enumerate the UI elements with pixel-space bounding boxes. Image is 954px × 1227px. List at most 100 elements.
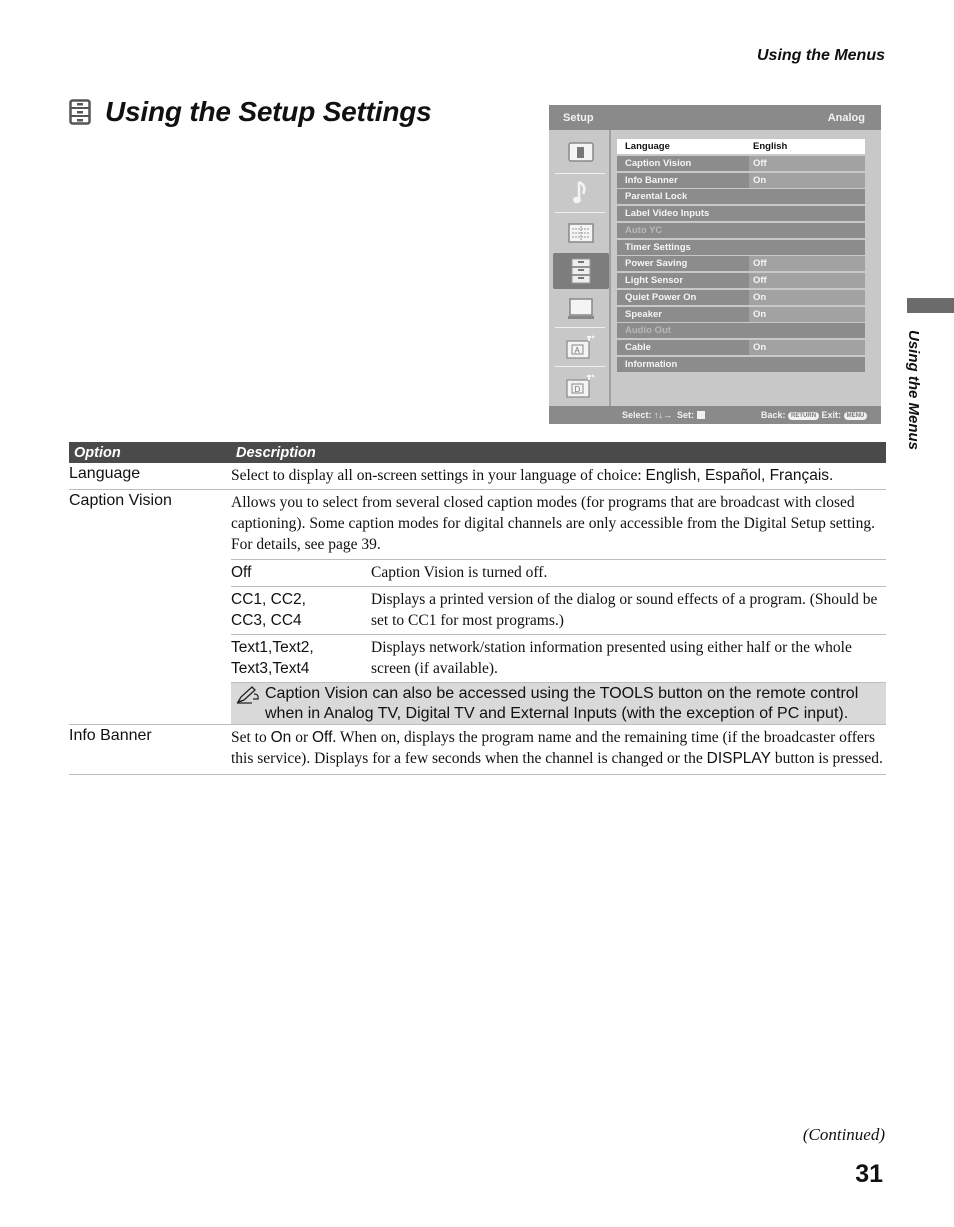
setup-drawer-icon: [69, 99, 91, 125]
side-section-label: Using the Menus: [900, 330, 924, 470]
screen-icon: [553, 215, 609, 251]
page-number: 31: [855, 1160, 883, 1188]
tv-menu-item-value: On: [749, 306, 865, 322]
tv-menu-item-value: [749, 189, 865, 205]
tv-menu-item-value: [749, 239, 865, 255]
table-header: Option Description: [69, 442, 886, 463]
tv-menu-category-bar: A D: [549, 130, 611, 406]
category-divider: [555, 173, 605, 174]
tv-menu-item-label: Language: [625, 141, 670, 152]
tv-menu-item-label: Quiet Power On: [625, 291, 697, 303]
tv-menu-item-value: [749, 323, 865, 339]
title-block: Using the Setup Settings: [69, 96, 432, 128]
description-part: button is pressed.: [770, 750, 883, 767]
description-text: Allows you to select from several closed…: [231, 490, 886, 559]
side-section-label-text: Using the Menus: [905, 330, 922, 451]
tv-menu-item: Timer Settings: [617, 239, 865, 255]
menu-button-icon: MENU: [843, 412, 868, 420]
tv-setup-menu-screenshot: Setup Analog A D Language English Captio…: [549, 105, 881, 424]
option-description: Allows you to select from several closed…: [231, 490, 886, 724]
setting-value-on: On: [270, 729, 292, 746]
caption-mode-row: Text1,Text2, Text3,Text4 Displays networ…: [231, 634, 886, 682]
tv-menu-title: Setup: [563, 111, 594, 124]
tv-menu-item: Language English: [617, 139, 865, 154]
tv-menu-item: Speaker On: [617, 306, 865, 322]
tv-menu-item: Quiet Power On On: [617, 289, 865, 305]
caption-mode-name: Off: [231, 564, 252, 581]
section-tab-marker: [907, 298, 954, 313]
table-row-info-banner: Info Banner Set to On or Off. When on, d…: [69, 725, 886, 775]
digital-setup-icon: D: [553, 368, 609, 404]
tv-menu-item: Audio Out: [617, 323, 865, 339]
select-set-hint: Select: ↑↓→ Set:: [622, 410, 705, 420]
tip-note: Caption Vision can also be accessed usin…: [231, 682, 886, 724]
tv-menu-item: Light Sensor Off: [617, 273, 865, 288]
digital-setup-reference: Digital Setup: [743, 515, 826, 532]
tv-menu-item: Power Saving Off: [617, 256, 865, 272]
tv-menu-header: Setup Analog: [549, 105, 881, 130]
sound-icon: [553, 175, 609, 211]
continued-label: (Continued): [802, 1125, 885, 1144]
tv-menu-item-value: On: [749, 289, 865, 305]
pencil-note-icon: [236, 686, 259, 704]
tv-menu-item-value: On: [749, 340, 865, 355]
tv-menu-item-value: [749, 222, 865, 238]
enter-button-icon: [696, 411, 705, 419]
tv-menu-item-label: Parental Lock: [625, 191, 688, 203]
tv-menu-item-label: Audio Out: [625, 325, 671, 337]
table-row-language: Language Select to display all on-screen…: [69, 463, 886, 490]
tv-menu-item: Info Banner On: [617, 172, 865, 188]
description-part: Set to: [231, 729, 271, 746]
back-exit-hint: Back: RETURN Exit: MENU: [761, 410, 868, 420]
analog-setup-icon: A: [553, 329, 609, 365]
description-part: or: [291, 729, 312, 746]
caption-mode-name: Text1,Text2, Text3,Text4: [231, 639, 314, 677]
tv-menu-item-value: Off: [749, 155, 865, 171]
description-part: for most programs.): [436, 612, 564, 629]
caption-mode-row: Off Caption Vision is turned off.: [231, 559, 886, 586]
tv-menu-item: Auto YC: [617, 222, 865, 238]
return-button-icon: RETURN: [788, 412, 820, 420]
tv-menu-item-label: Info Banner: [625, 174, 678, 186]
page-title: Using the Setup Settings: [105, 96, 432, 127]
back-hint-label: Back:: [761, 410, 786, 420]
select-hint-label: Select:: [622, 410, 652, 420]
tv-menu-item-label: Power Saving: [625, 258, 688, 270]
tv-menu-item-label: Light Sensor: [625, 275, 684, 286]
column-header-description: Description: [236, 444, 316, 461]
tv-menu-item: Label Video Inputs: [617, 206, 865, 221]
tv-menu-item-label: Label Video Inputs: [625, 208, 710, 219]
description-part: Caption Vision: [371, 564, 465, 581]
exit-hint-label: Exit:: [821, 410, 842, 420]
display-button-reference: DISPLAY: [706, 750, 771, 767]
tv-menu-item-value: Off: [749, 273, 865, 288]
setup-options-table: Option Description Language Select to di…: [69, 442, 886, 775]
tv-menu-footer: Select: ↑↓→ Set: Back: RETURN Exit: MENU: [549, 406, 881, 424]
tv-menu-item: Information: [617, 356, 865, 372]
category-divider: [555, 366, 605, 367]
option-name: Language: [69, 465, 141, 482]
tv-menu-item-value: [749, 206, 865, 221]
option-description: Select to display all on-screen settings…: [231, 463, 886, 489]
tv-menu-item-value: Off: [749, 256, 865, 272]
svg-text:D: D: [575, 385, 581, 394]
tv-menu-item: Cable On: [617, 340, 865, 355]
pc-icon: [553, 291, 609, 327]
tv-menu-item: Caption Vision Off: [617, 155, 865, 171]
tip-note-text: Caption Vision can also be accessed usin…: [265, 685, 859, 722]
description-part: CC1: [408, 612, 437, 629]
tv-menu-item-value: [749, 356, 865, 372]
caption-mode-row: CC1, CC2, CC3, CC4 Displays a printed ve…: [231, 586, 886, 634]
description-text: Select to display all on-screen settings…: [231, 467, 646, 484]
tv-menu-item: Parental Lock: [617, 189, 865, 205]
language-choices: English, Español, Français.: [645, 467, 834, 484]
tv-menu-item-label: Cable: [625, 342, 651, 353]
category-divider: [555, 212, 605, 213]
running-head: Using the Menus: [756, 47, 885, 64]
tv-menu-item-value: On: [749, 172, 865, 188]
svg-text:A: A: [575, 346, 581, 355]
description-part: is turned off.: [464, 564, 548, 581]
tv-menu-item-value: English: [749, 139, 865, 154]
tv-menu-item-label: Auto YC: [625, 224, 663, 236]
table-row-caption-vision: Caption Vision Allows you to select from…: [69, 490, 886, 725]
